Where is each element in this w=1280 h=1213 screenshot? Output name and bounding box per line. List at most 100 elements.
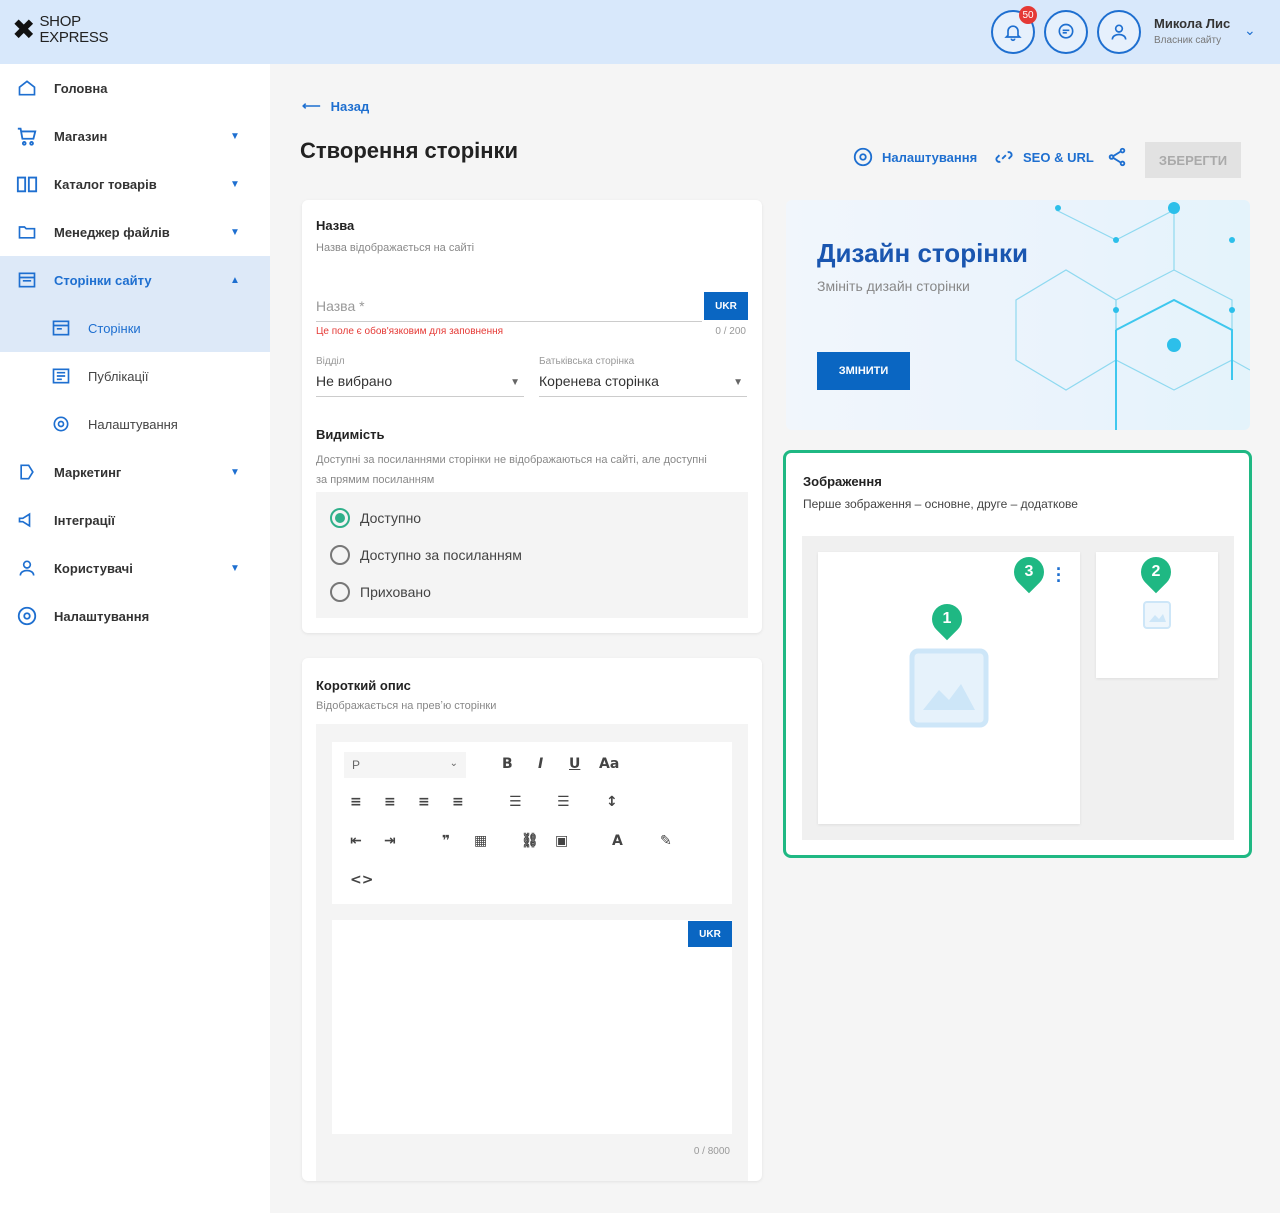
page-icon [50,317,72,339]
sidebar-item-users[interactable]: Користувачі ▼ [0,544,270,592]
sidebar-item-settings[interactable]: Налаштування [0,592,270,640]
section-select[interactable]: Не вибрано ▼ [316,373,524,397]
gear-icon [50,413,72,435]
caret-down-icon: ▼ [733,377,743,388]
chevron-down-icon: ▼ [230,178,240,190]
design-title: Дизайн сторінки [817,238,1028,268]
share-icon [1108,147,1126,167]
parent-select[interactable]: Коренева сторінка ▼ [539,373,747,397]
chevron-down-icon: ▼ [230,466,240,478]
notification-badge: 50 [1019,6,1037,24]
format-select[interactable]: P ⌄ [344,752,466,778]
visibility-option-available[interactable]: Доступно [330,508,421,528]
save-button[interactable]: ЗБЕРЕГТИ [1145,142,1241,178]
radio-checked [330,508,350,528]
align-center-icon[interactable]: ≡ [384,794,396,810]
editor-language-button[interactable]: UKR [688,921,732,947]
chevron-down-icon[interactable]: ⌄ [1244,22,1256,39]
name-card: Назва Назва відображається на сайті Назв… [302,200,762,633]
font-style-button[interactable]: Aa [599,756,619,772]
chevron-down-icon: ⌄ [449,758,458,769]
sidebar-item-home[interactable]: Головна [0,64,270,112]
sidebar-subitem-page-settings[interactable]: Налаштування [0,400,270,448]
language-button[interactable]: UKR [704,292,748,320]
sidebar-item-catalog[interactable]: Каталог товарів ▼ [0,160,270,208]
name-input[interactable]: Назва * [316,298,702,322]
visibility-option-hidden[interactable]: Приховано [330,582,431,602]
sidebar-item-shop[interactable]: Магазин ▼ [0,112,270,160]
image-icon[interactable]: ▣ [555,833,568,849]
user-avatar-button[interactable] [1097,10,1141,54]
logo-icon: ✖ [12,13,36,46]
notifications-button[interactable]: 50 [991,6,1037,54]
sidebar-subitem-pages[interactable]: Сторінки [0,304,270,352]
bell-icon [1004,25,1022,42]
underline-button[interactable]: U [569,756,580,772]
users-icon [16,557,38,579]
sidebar-subitem-publications[interactable]: Публікації [0,352,270,400]
book-icon [16,173,38,195]
text-color-icon[interactable]: A [612,833,623,849]
hexagon-pattern-graphic [1015,202,1250,430]
description-title: Короткий опис [316,678,411,693]
newspaper-icon [50,365,72,387]
more-options-icon[interactable]: · · · [1056,560,1062,590]
chevron-down-icon: ▼ [230,130,240,142]
parent-label: Батьківська сторінка [539,356,635,367]
images-title: Зображення [803,474,882,489]
pages-icon [16,269,38,291]
annotation-marker-2: 2 [1134,550,1178,594]
user-name[interactable]: Микола Лис [1154,16,1230,31]
settings-button[interactable]: Налаштування [852,146,977,168]
bullet-list-icon[interactable]: ☰ [509,794,522,810]
align-left-icon[interactable]: ≡ [350,794,362,810]
sidebar-item-file-manager[interactable]: Менеджер файлів ▼ [0,208,270,256]
seo-url-button[interactable]: SEO & URL [993,146,1094,168]
gear-icon [16,605,38,627]
numbered-list-icon[interactable]: ☰ [557,794,570,810]
quote-icon[interactable]: ❞ [442,833,450,849]
image-placeholder-icon [909,648,989,728]
sidebar: Головна Магазин ▼ Каталог товарів ▼ Мене… [0,64,270,1213]
name-card-title: Назва [316,218,355,233]
editor-content[interactable] [332,920,732,1134]
main-image-slot[interactable]: · · · [818,552,1080,824]
cart-icon [16,125,38,147]
top-header: ✖ SHOP EXPRESS 50 Микола Лис Власник сай… [0,0,1280,64]
design-banner: Дизайн сторінки Змініть дизайн сторінки … [786,200,1250,430]
align-justify-icon[interactable]: ≡ [452,794,464,810]
design-subtitle: Змініть дизайн сторінки [817,278,970,294]
change-design-button[interactable]: ЗМІНИТИ [817,352,910,390]
link-icon [995,151,1013,163]
source-code-icon[interactable]: <> [350,872,373,888]
gear-icon [853,147,873,167]
visibility-option-by-link[interactable]: Доступно за посиланням [330,545,522,565]
line-height-icon[interactable]: ↕ [606,794,618,810]
visibility-title: Видимість [316,427,385,442]
share-button[interactable] [1106,146,1128,168]
indent-icon[interactable]: ⇥ [384,833,396,849]
chevron-up-icon: ▲ [230,274,240,286]
logo[interactable]: ✖ SHOP EXPRESS [12,13,109,46]
link-icon[interactable]: ⛓ [521,833,539,849]
messages-button[interactable] [1044,10,1088,54]
chevron-down-icon: ▼ [230,226,240,238]
description-subtitle: Відображається на превʼю сторінки [316,700,497,712]
visibility-description: Доступні за посиланнями сторінки не відо… [316,454,707,486]
outdent-icon[interactable]: ⇤ [350,833,362,849]
images-card: Зображення Перше зображення – основне, д… [783,450,1252,858]
arrow-left-icon: ⟵ [302,98,321,113]
bold-button[interactable]: B [502,756,513,772]
align-right-icon[interactable]: ≡ [418,794,430,810]
back-link[interactable]: ⟵ Назад [302,98,369,114]
radio-unchecked [330,545,350,565]
sidebar-item-site-pages[interactable]: Сторінки сайту ▲ [0,256,270,304]
highlight-icon[interactable]: ✎ [660,833,672,849]
italic-button[interactable]: I [538,756,543,772]
sidebar-item-integrations[interactable]: Інтеграції [0,496,270,544]
megaphone-icon [16,509,38,531]
table-icon[interactable]: ▦ [474,833,487,849]
images-subtitle: Перше зображення – основне, друге – дода… [803,497,1078,511]
sidebar-item-marketing[interactable]: Маркетинг ▼ [0,448,270,496]
folder-icon [16,221,38,243]
